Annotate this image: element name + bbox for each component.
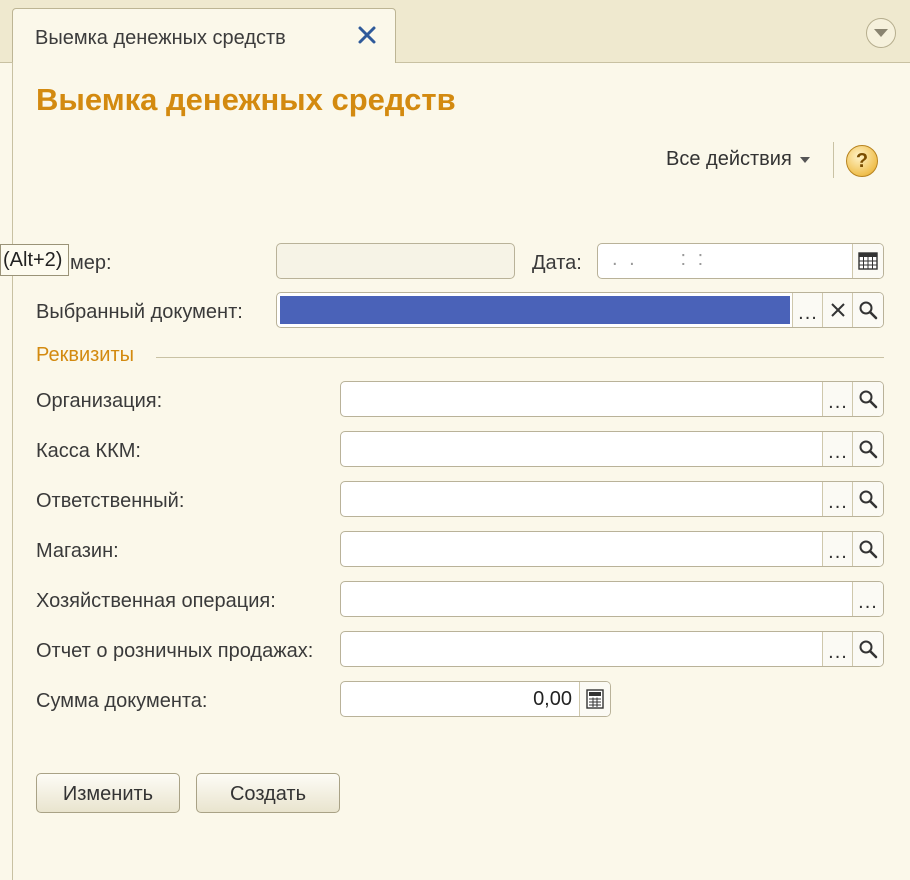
selected-doc-selection bbox=[280, 296, 790, 324]
help-icon[interactable]: ? bbox=[846, 145, 878, 177]
sum-label: Сумма документа: bbox=[36, 690, 208, 712]
cash-register-open-button[interactable] bbox=[852, 432, 883, 466]
calculator-button[interactable] bbox=[579, 682, 610, 716]
store-label: Магазин: bbox=[36, 540, 119, 562]
date-mask: . . : : bbox=[612, 248, 707, 270]
sum-value: 0,00 bbox=[533, 688, 572, 710]
calculator-icon bbox=[586, 689, 604, 709]
chevron-down-icon[interactable] bbox=[866, 18, 896, 48]
ellipsis-icon: ... bbox=[828, 541, 848, 563]
hotkey-hint: (Alt+2) bbox=[0, 244, 70, 276]
number-field[interactable] bbox=[276, 243, 515, 279]
calendar-button[interactable] bbox=[852, 244, 883, 278]
responsible-field[interactable]: ... bbox=[340, 481, 884, 517]
sum-field[interactable]: 0,00 bbox=[340, 681, 611, 717]
close-icon[interactable] bbox=[353, 21, 381, 49]
store-field[interactable]: ... bbox=[340, 531, 884, 567]
business-operation-select-button[interactable]: ... bbox=[852, 582, 883, 616]
section-divider bbox=[156, 357, 884, 358]
search-icon bbox=[859, 540, 878, 559]
cash-register-field[interactable]: ... bbox=[340, 431, 884, 467]
organization-open-button[interactable] bbox=[852, 382, 883, 416]
tab-title: Выемка денежных средств bbox=[35, 27, 286, 49]
tab-bar: Выемка денежных средств bbox=[0, 0, 910, 63]
selected-doc-field[interactable]: ... bbox=[276, 292, 884, 328]
all-actions-label: Все действия bbox=[666, 148, 792, 170]
business-operation-field[interactable]: ... bbox=[340, 581, 884, 617]
responsible-label: Ответственный: bbox=[36, 490, 185, 512]
ellipsis-icon: ... bbox=[828, 641, 848, 663]
open-button[interactable] bbox=[852, 293, 883, 327]
form-panel bbox=[12, 62, 910, 880]
responsible-select-button[interactable]: ... bbox=[822, 482, 853, 516]
ellipsis-icon: ... bbox=[828, 391, 848, 413]
retail-report-field[interactable]: ... bbox=[340, 631, 884, 667]
section-title-requisites: Реквизиты bbox=[36, 344, 135, 366]
page-title: Выемка денежных средств bbox=[36, 82, 456, 117]
search-icon bbox=[859, 440, 878, 459]
responsible-open-button[interactable] bbox=[852, 482, 883, 516]
clear-button[interactable] bbox=[822, 293, 853, 327]
date-field[interactable]: . . : : bbox=[597, 243, 884, 279]
ellipsis-icon: ... bbox=[858, 591, 878, 613]
calendar-icon bbox=[858, 252, 878, 270]
retail-report-select-button[interactable]: ... bbox=[822, 632, 853, 666]
cash-register-label: Касса ККМ: bbox=[36, 440, 141, 462]
select-button[interactable]: ... bbox=[792, 293, 823, 327]
caret-down-icon bbox=[799, 156, 810, 163]
retail-report-open-button[interactable] bbox=[852, 632, 883, 666]
number-label: мер: bbox=[70, 252, 112, 274]
date-label: Дата: bbox=[532, 252, 582, 274]
ellipsis-icon: ... bbox=[828, 441, 848, 463]
organization-label: Организация: bbox=[36, 390, 163, 412]
store-open-button[interactable] bbox=[852, 532, 883, 566]
business-operation-label: Хозяйственная операция: bbox=[36, 590, 276, 612]
selected-doc-label: Выбранный документ: bbox=[36, 301, 243, 323]
search-icon bbox=[859, 390, 878, 409]
search-icon bbox=[859, 640, 878, 659]
edit-button[interactable]: Изменить bbox=[36, 773, 180, 813]
clear-icon bbox=[831, 303, 845, 317]
create-button[interactable]: Создать bbox=[196, 773, 340, 813]
ellipsis-icon: ... bbox=[828, 491, 848, 513]
cash-register-select-button[interactable]: ... bbox=[822, 432, 853, 466]
ellipsis-icon: ... bbox=[798, 302, 818, 324]
toolbar-divider bbox=[833, 142, 834, 178]
organization-field[interactable]: ... bbox=[340, 381, 884, 417]
store-select-button[interactable]: ... bbox=[822, 532, 853, 566]
organization-select-button[interactable]: ... bbox=[822, 382, 853, 416]
all-actions-menu[interactable]: Все действия bbox=[666, 148, 810, 171]
search-icon bbox=[859, 301, 878, 320]
search-icon bbox=[859, 490, 878, 509]
retail-report-label: Отчет о розничных продажах: bbox=[36, 640, 314, 662]
tab-cash-withdrawal[interactable]: Выемка денежных средств bbox=[12, 8, 396, 63]
